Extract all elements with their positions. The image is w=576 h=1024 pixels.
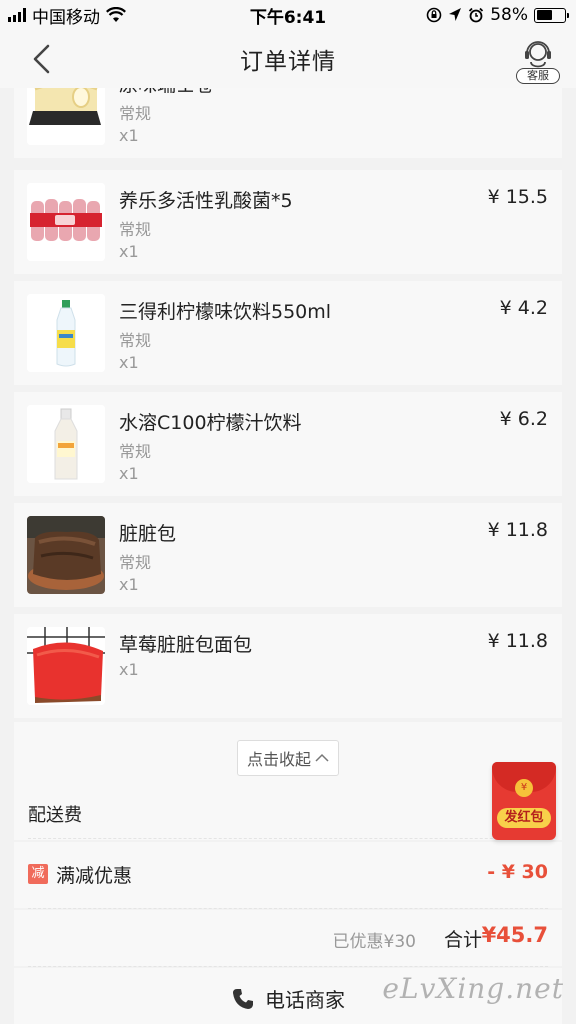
back-button[interactable] bbox=[28, 43, 56, 75]
list-item[interactable]: 养乐多活性乳酸菌*5 常规 x1 ¥ 15.5 bbox=[14, 170, 562, 274]
item-qty: x1 bbox=[119, 126, 139, 145]
chevron-up-icon bbox=[315, 753, 329, 762]
status-bar: 中国移动 下午6:41 58% bbox=[0, 0, 576, 30]
product-thumbnail bbox=[27, 405, 105, 483]
item-name: 水溶C100柠檬汁饮料 bbox=[119, 412, 302, 434]
item-name: 草莓脏脏包面包 bbox=[119, 634, 253, 656]
shipping-fee-label: 配送费 bbox=[28, 805, 82, 826]
divider bbox=[28, 966, 548, 967]
item-name: 原味瑞士卷 bbox=[119, 88, 214, 97]
call-merchant-label: 电话商家 bbox=[265, 988, 345, 1012]
phone-icon bbox=[233, 988, 253, 1009]
order-content[interactable]: 原味瑞士卷 常规 x1 ¥ 5 养乐多活性乳酸菌*5 常规 x1 ¥ 15. bbox=[14, 88, 562, 1024]
red-packet-label: 发红包 bbox=[497, 808, 551, 828]
item-price: ¥ 11.8 bbox=[487, 630, 548, 652]
item-name: 脏脏包 bbox=[119, 523, 177, 545]
product-thumbnail bbox=[27, 627, 105, 705]
list-item[interactable]: 草莓脏脏包面包 x1 ¥ 11.8 bbox=[14, 614, 562, 718]
carrier-label: 中国移动 bbox=[32, 7, 100, 28]
product-thumbnail bbox=[27, 183, 105, 261]
page-title: 订单详情 bbox=[240, 49, 336, 75]
customer-service-button[interactable]: 客服 bbox=[516, 38, 560, 84]
item-price: ¥ 4.2 bbox=[499, 297, 548, 319]
collapse-label: 点击收起 bbox=[246, 750, 311, 769]
item-spec: 常规 bbox=[119, 331, 152, 350]
battery-percent: 58% bbox=[490, 5, 528, 25]
product-thumbnail bbox=[27, 88, 105, 145]
service-label: 客服 bbox=[516, 68, 560, 84]
list-item[interactable]: 原味瑞士卷 常规 x1 ¥ 5 bbox=[14, 88, 562, 158]
signal-icon bbox=[8, 8, 26, 22]
list-item[interactable]: 水溶C100柠檬汁饮料 常规 x1 ¥ 6.2 bbox=[14, 392, 562, 496]
red-packet-button[interactable]: ¥ 发红包 bbox=[492, 762, 556, 840]
divider bbox=[28, 908, 548, 909]
nav-bar: 订单详情 客服 bbox=[0, 30, 576, 88]
item-spec: 常规 bbox=[119, 553, 152, 572]
collapse-section: 点击收起 配送费 bbox=[14, 722, 562, 840]
item-qty: x1 bbox=[119, 660, 139, 679]
item-price: ¥ 15.5 bbox=[487, 186, 548, 208]
item-qty: x1 bbox=[119, 353, 139, 372]
product-thumbnail bbox=[27, 516, 105, 594]
orientation-lock-icon bbox=[426, 7, 442, 23]
item-spec: 常规 bbox=[119, 104, 152, 123]
total-row: 已优惠¥30 合计 ¥45.7 bbox=[14, 910, 562, 966]
total-label: 合计 bbox=[443, 929, 482, 951]
collapse-button[interactable]: 点击收起 bbox=[237, 740, 339, 776]
battery-icon bbox=[534, 7, 569, 23]
alarm-icon bbox=[469, 7, 484, 23]
item-qty: x1 bbox=[119, 464, 139, 483]
wifi-icon bbox=[106, 7, 126, 22]
saved-amount: 已优惠¥30 bbox=[332, 932, 416, 952]
headset-icon bbox=[525, 41, 551, 68]
item-price: ¥ 5 bbox=[518, 88, 548, 92]
coin-icon: ¥ bbox=[515, 779, 533, 797]
item-spec: 常规 bbox=[119, 442, 152, 461]
discount-row: 减 满减优惠 - ¥ 30 bbox=[14, 842, 562, 908]
list-item[interactable]: 脏脏包 常规 x1 ¥ 11.8 bbox=[14, 503, 562, 607]
total-value: ¥45.7 bbox=[481, 923, 548, 947]
item-name: 三得利柠檬味饮料550ml bbox=[119, 301, 332, 323]
divider bbox=[28, 838, 548, 839]
item-qty: x1 bbox=[119, 242, 139, 261]
watermark: eLvXing.net bbox=[382, 972, 564, 1005]
discount-badge: 减 bbox=[28, 864, 48, 884]
item-qty: x1 bbox=[119, 575, 139, 594]
item-price: ¥ 11.8 bbox=[487, 519, 548, 541]
item-spec: 常规 bbox=[119, 220, 152, 239]
location-icon bbox=[449, 8, 462, 21]
list-item[interactable]: 三得利柠檬味饮料550ml 常规 x1 ¥ 4.2 bbox=[14, 281, 562, 385]
discount-value: - ¥ 30 bbox=[487, 861, 548, 883]
item-name: 养乐多活性乳酸菌*5 bbox=[119, 190, 293, 212]
item-price: ¥ 6.2 bbox=[499, 408, 548, 430]
discount-label: 满减优惠 bbox=[56, 865, 133, 887]
product-thumbnail bbox=[27, 294, 105, 372]
